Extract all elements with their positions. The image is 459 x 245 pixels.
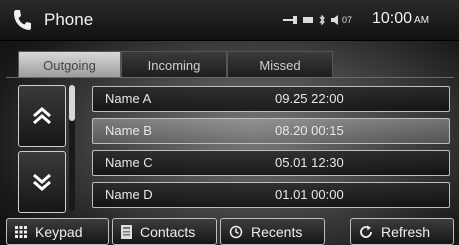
phone-icon [14,10,31,30]
contacts-button[interactable]: Contacts [112,218,217,245]
call-name: Name D [105,187,153,202]
call-name: Name C [105,155,153,170]
call-tabs: Outgoing Incoming Missed [18,51,333,78]
call-time: 01.01 00:00 [275,187,344,202]
call-time: 05.01 12:30 [275,155,344,170]
scroll-down-button[interactable] [18,151,66,213]
call-name: Name B [105,123,152,138]
contacts-icon [121,224,132,239]
battery-icon [303,17,313,23]
keypad-icon [15,225,27,238]
volume-level: 07 [342,15,353,25]
volume-icon [331,15,338,25]
double-chevron-up-icon [33,107,51,125]
tab-outgoing[interactable]: Outgoing [18,51,121,78]
volume-indicator: 07 [331,15,352,25]
call-row-c[interactable]: Name C 05.01 12:30 [92,150,450,176]
recents-label: Recents [251,223,303,240]
call-time: 09.25 22:00 [275,91,344,106]
call-time: 08.20 00:15 [275,123,344,138]
scroll-up-button[interactable] [18,85,66,147]
phone-screen: Phone 07 10:00 AM Outgoing Incoming Miss… [0,0,459,245]
call-name: Name A [105,91,152,106]
clock-history-icon [229,225,243,238]
tab-incoming[interactable]: Incoming [121,51,227,78]
status-icons: 07 [283,12,352,28]
bluetooth-icon [319,14,325,26]
keypad-button[interactable]: Keypad [6,218,109,245]
call-row-b[interactable]: Name B 08.20 00:15 [92,118,450,144]
recents-button[interactable]: Recents [220,218,325,245]
status-bar: Phone 07 10:00 AM [0,0,459,41]
refresh-label: Refresh [381,223,431,240]
clock-ampm: AM [414,15,430,26]
call-row-a[interactable]: Name A 09.25 22:00 [92,86,450,112]
scrollbar[interactable] [69,85,75,211]
contacts-label: Contacts [140,223,196,240]
refresh-icon [360,225,372,238]
refresh-button[interactable]: Refresh [350,218,454,245]
clock: 10:00 AM [372,10,429,28]
scroll-thumb[interactable] [69,85,75,121]
keypad-label: Keypad [35,223,83,240]
double-chevron-down-icon [33,173,51,191]
call-row-d[interactable]: Name D 01.01 00:00 [92,182,450,208]
clock-time: 10:00 [372,10,413,27]
signal-icon [283,16,297,24]
tab-missed[interactable]: Missed [227,51,333,78]
app-title: Phone [44,10,94,29]
